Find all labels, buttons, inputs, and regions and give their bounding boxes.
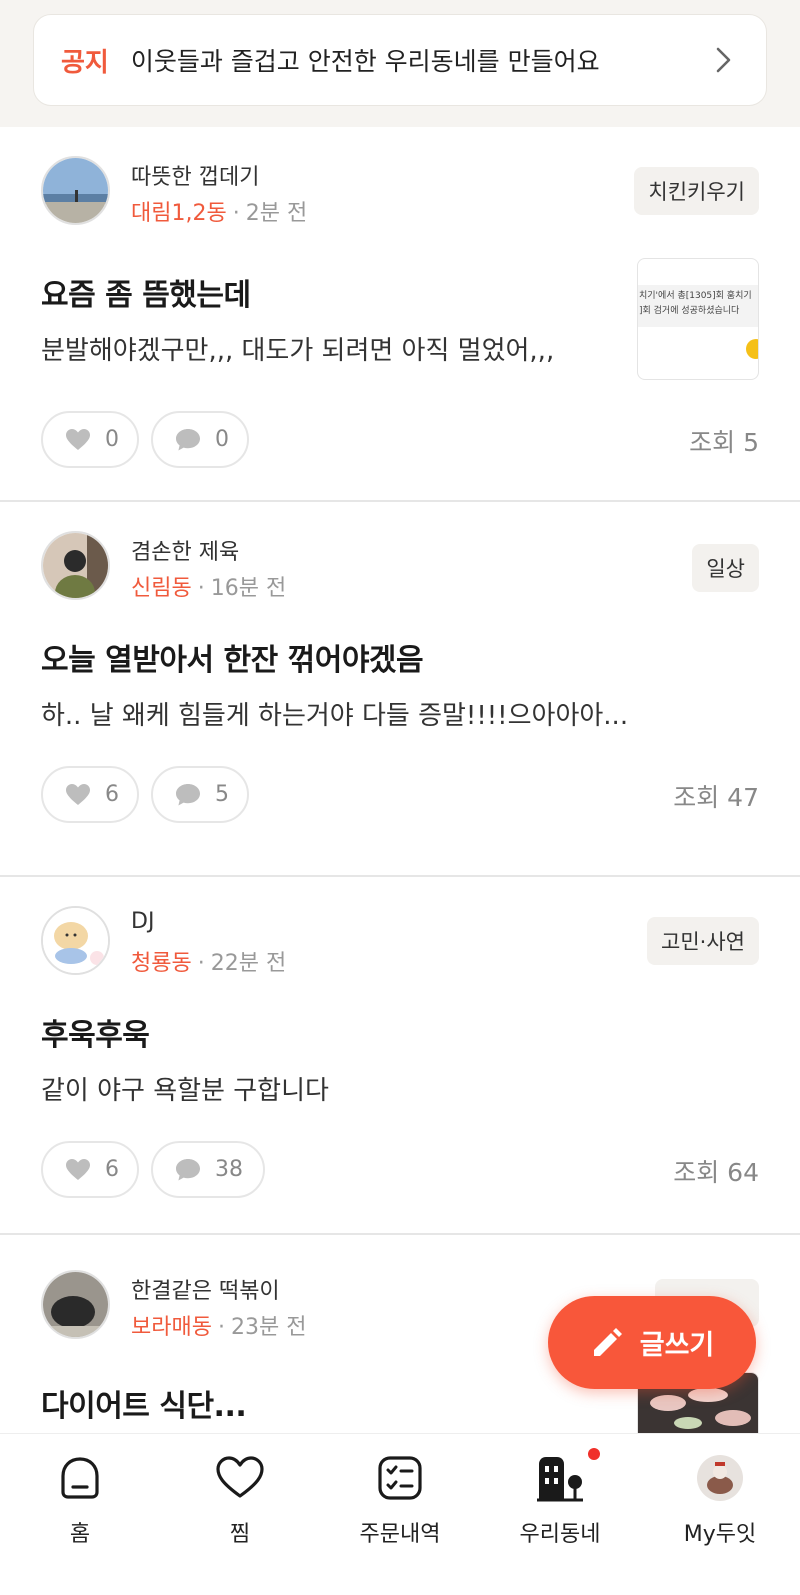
comment-count: 38 bbox=[215, 1157, 243, 1182]
like-count: 0 bbox=[105, 427, 119, 452]
post-time: 22분 전 bbox=[210, 951, 287, 976]
post-meta: 대림1,2동 · 2분 전 bbox=[131, 201, 308, 226]
post-item[interactable]: 겸손한 제육 신림동 · 16분 전 일상 오늘 열받아서 한잔 꺾어야겠음 하..… bbox=[0, 502, 800, 877]
profile-avatar bbox=[694, 1452, 746, 1504]
thumbnail-text-1: 치기'에서 총[1305]회 훔치기 bbox=[639, 291, 752, 301]
post-time: 16분 전 bbox=[210, 576, 287, 601]
post-title: 후욱후욱 bbox=[41, 1018, 150, 1053]
notice-area: 공지 이웃들과 즐겁고 안전한 우리동네를 만들어요 bbox=[0, 0, 800, 127]
tab-home[interactable]: 홈 bbox=[20, 1452, 140, 1548]
tab-label: 홈 bbox=[69, 1522, 91, 1547]
comment-button[interactable]: 38 bbox=[151, 1141, 265, 1198]
notice-tag: 공지 bbox=[61, 47, 109, 78]
category-badge[interactable]: 일상 bbox=[692, 544, 759, 592]
bottom-tab-bar: 홈 찜 주문내역 우리동네 My두잇 bbox=[0, 1433, 800, 1595]
notice-text: 이웃들과 즐겁고 안전한 우리동네를 만들어요 bbox=[130, 47, 600, 76]
tab-label: 찜 bbox=[229, 1522, 251, 1547]
comment-count: 0 bbox=[215, 427, 229, 452]
avatar[interactable] bbox=[41, 531, 110, 600]
author-nickname: 겸손한 제육 bbox=[131, 540, 240, 565]
heart-icon bbox=[66, 1158, 90, 1180]
tab-label: 우리동네 bbox=[519, 1522, 601, 1547]
tab-my[interactable]: My두잇 bbox=[660, 1452, 780, 1548]
comment-icon bbox=[176, 783, 200, 805]
order-list-icon bbox=[374, 1452, 426, 1504]
post-meta: 청룡동 · 22분 전 bbox=[131, 951, 287, 976]
like-button[interactable]: 6 bbox=[41, 1141, 139, 1198]
post-meta: 신림동 · 16분 전 bbox=[131, 576, 287, 601]
heart-icon bbox=[66, 428, 90, 450]
pencil-icon bbox=[593, 1327, 622, 1356]
view-count: 조회 47 bbox=[673, 783, 759, 812]
comment-button[interactable]: 0 bbox=[151, 411, 249, 468]
author-nickname: 한결같은 떡볶이 bbox=[131, 1279, 280, 1304]
notice-banner[interactable]: 공지 이웃들과 즐겁고 안전한 우리동네를 만들어요 bbox=[33, 14, 767, 106]
tab-orders[interactable]: 주문내역 bbox=[340, 1452, 460, 1548]
thumbnail-text-2: ]회 검거에 성공하셨습니다 bbox=[639, 306, 740, 316]
post-item[interactable]: 따뜻한 껍데기 대림1,2동 · 2분 전 치킨키우기 요즘 좀 뜸했는데 분발해야… bbox=[0, 127, 800, 502]
author-nickname: DJ bbox=[131, 909, 155, 934]
comment-button[interactable]: 5 bbox=[151, 766, 249, 823]
avatar[interactable] bbox=[41, 906, 110, 975]
like-button[interactable]: 6 bbox=[41, 766, 139, 823]
town-name: 대림1,2동 bbox=[131, 201, 227, 226]
post-body: 같이 야구 욕할분 구합니다 bbox=[41, 1076, 329, 1106]
home-icon bbox=[54, 1452, 106, 1504]
post-time: 2분 전 bbox=[245, 201, 308, 226]
category-badge[interactable]: 고민·사연 bbox=[647, 917, 759, 965]
neighborhood-icon bbox=[534, 1448, 600, 1504]
avatar[interactable] bbox=[41, 1270, 110, 1339]
thumbnail-coin-icon bbox=[746, 339, 758, 359]
post-title: 다이어트 식단... bbox=[41, 1389, 247, 1424]
author-nickname: 따뜻한 껍데기 bbox=[131, 165, 260, 190]
post-title: 오늘 열받아서 한잔 꺾어야겠음 bbox=[41, 643, 424, 678]
post-body: 분발해야겠구만,,, 대도가 되려면 아직 멀었어,,, bbox=[41, 336, 555, 366]
post-item[interactable]: DJ 청룡동 · 22분 전 고민·사연 후욱후욱 같이 야구 욕할분 구합니다 6… bbox=[0, 877, 800, 1235]
post-thumbnail[interactable]: 치기'에서 총[1305]회 훔치기 ]회 검거에 성공하셨습니다 bbox=[637, 258, 759, 380]
avatar[interactable] bbox=[41, 156, 110, 225]
tab-label: 주문내역 bbox=[359, 1522, 441, 1547]
post-meta: 보라매동 · 23분 전 bbox=[131, 1315, 307, 1340]
tab-label: My두잇 bbox=[683, 1522, 757, 1547]
post-body: 하.. 날 왜케 힘들게 하는거야 다들 증말!!!!으아아아... bbox=[41, 701, 629, 731]
tab-wishlist[interactable]: 찜 bbox=[180, 1452, 300, 1548]
category-badge[interactable]: 치킨키우기 bbox=[634, 167, 759, 215]
town-name: 보라매동 bbox=[131, 1315, 212, 1340]
like-button[interactable]: 0 bbox=[41, 411, 139, 468]
tab-neighborhood[interactable]: 우리동네 bbox=[500, 1448, 620, 1548]
heart-icon bbox=[214, 1452, 266, 1504]
write-post-label: 글쓰기 bbox=[639, 1330, 715, 1361]
notification-dot bbox=[588, 1448, 600, 1460]
comment-count: 5 bbox=[215, 782, 229, 807]
post-time: 23분 전 bbox=[230, 1315, 307, 1340]
write-post-button[interactable]: 글쓰기 bbox=[548, 1296, 756, 1389]
town-name: 청룡동 bbox=[131, 951, 192, 976]
comment-icon bbox=[176, 428, 200, 450]
post-title: 요즘 좀 뜸했는데 bbox=[41, 278, 251, 313]
like-count: 6 bbox=[105, 782, 119, 807]
view-count: 조회 64 bbox=[673, 1158, 759, 1187]
chevron-right-icon bbox=[716, 47, 731, 73]
heart-icon bbox=[66, 783, 90, 805]
town-name: 신림동 bbox=[131, 576, 192, 601]
view-count: 조회 5 bbox=[689, 428, 759, 457]
like-count: 6 bbox=[105, 1157, 119, 1182]
comment-icon bbox=[176, 1158, 200, 1180]
